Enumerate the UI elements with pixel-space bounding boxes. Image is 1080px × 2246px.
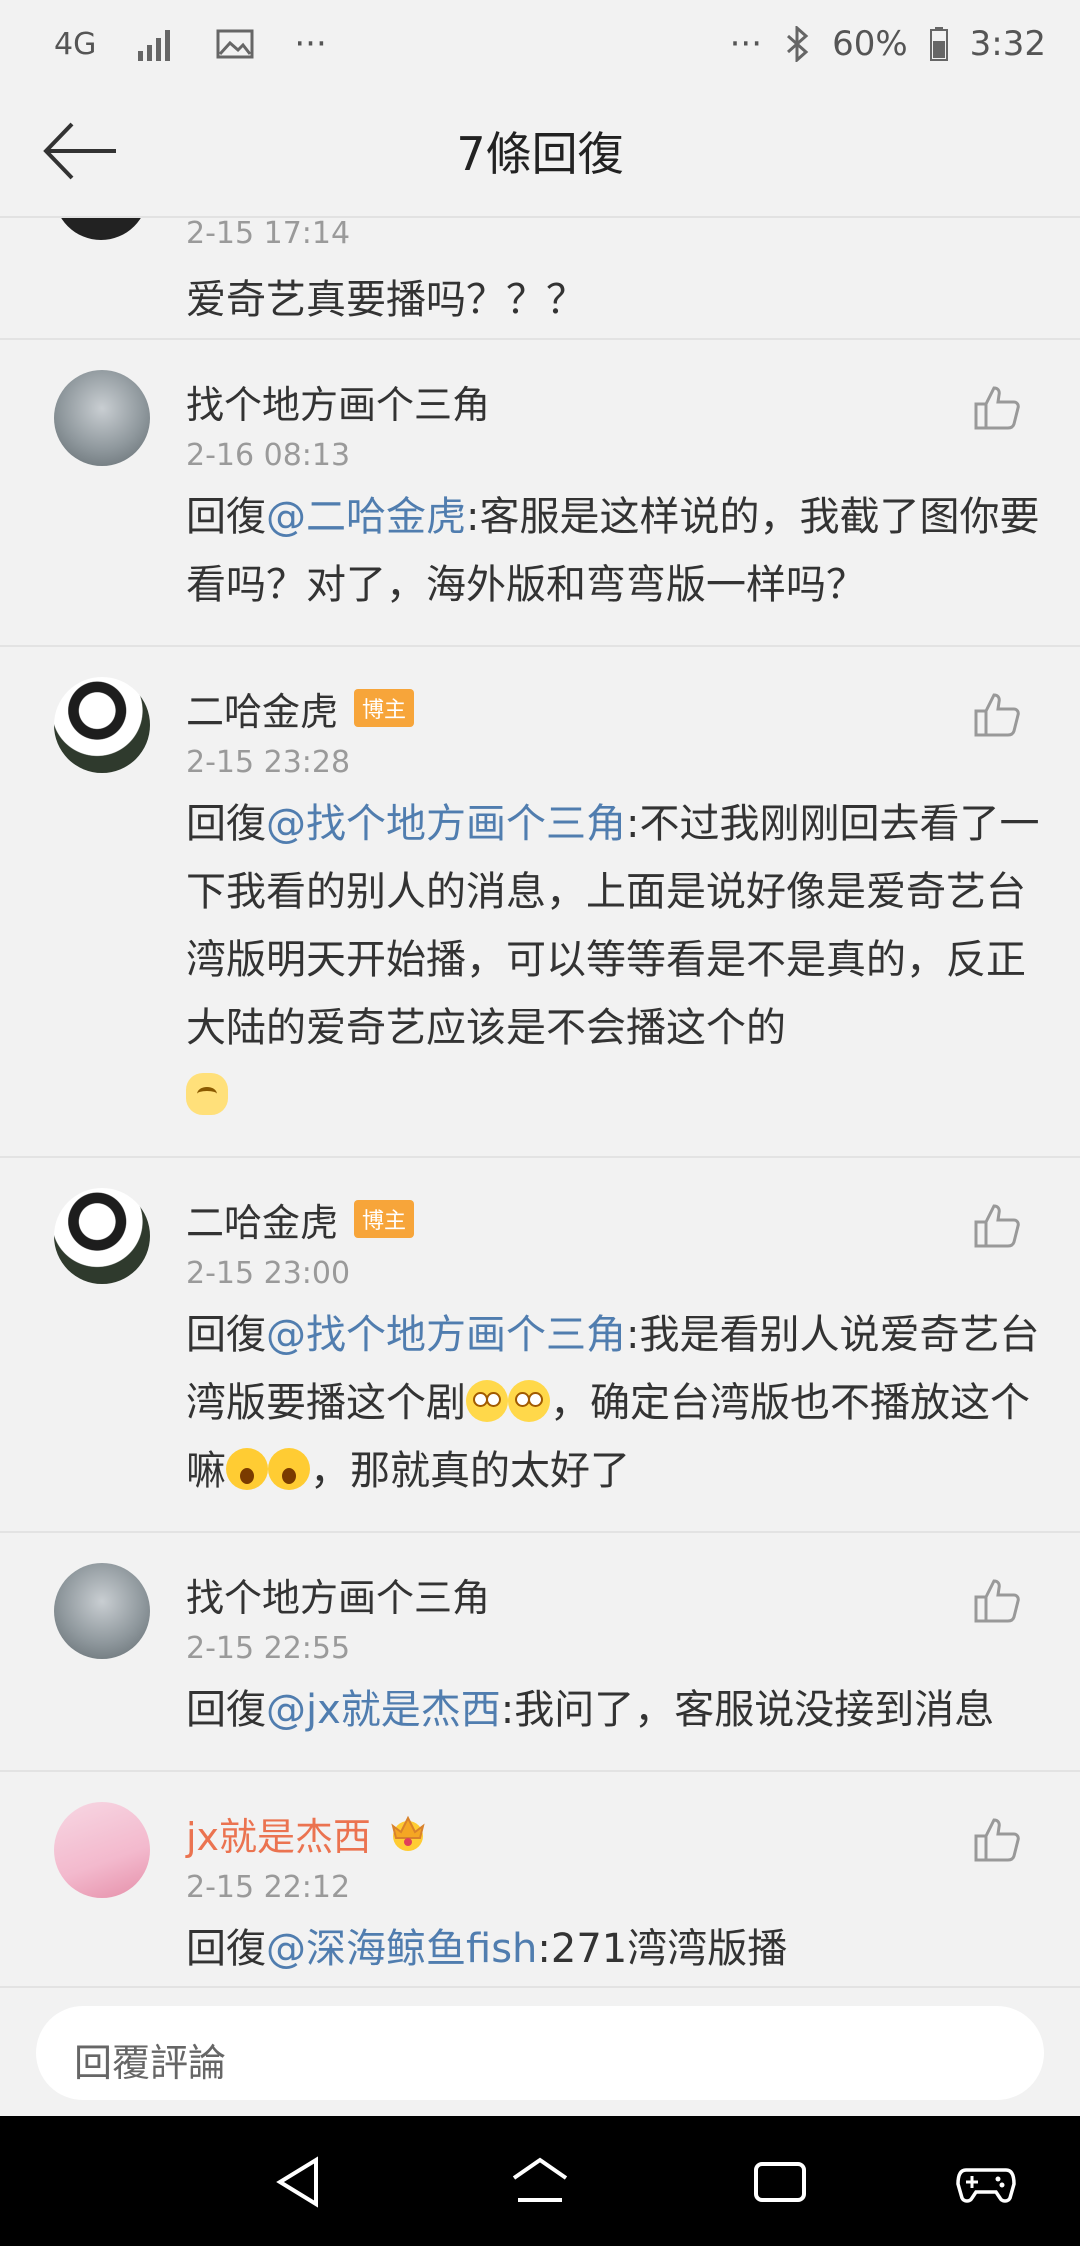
more-indicator-right: ···	[729, 24, 763, 64]
avatar[interactable]	[54, 1802, 150, 1898]
user-name[interactable]: 找个地方画个三角	[186, 1567, 490, 1622]
comment-text: 回復@jx就是杰西:我问了，客服说没接到消息	[186, 1676, 1040, 1744]
comment-time: 2-15 22:55	[186, 1631, 351, 1666]
clock: 3:32	[969, 24, 1046, 64]
image-icon	[216, 29, 254, 59]
comment-text: 爱奇艺真要播吗？？？	[186, 277, 586, 323]
mention-link[interactable]: @二哈金虎	[266, 494, 466, 540]
comment-time: 2-15 17:14	[186, 218, 351, 251]
mention-link[interactable]: @找个地方画个三角	[266, 801, 626, 847]
more-indicator-left: ···	[294, 24, 327, 64]
mention-link[interactable]: @深海鲸鱼fish	[266, 1926, 537, 1972]
avatar[interactable]	[54, 677, 150, 773]
comment-time: 2-15 23:00	[186, 1256, 351, 1291]
mention-link[interactable]: @找个地方画个三角	[266, 1312, 626, 1358]
scared-emoji-icon	[226, 1448, 268, 1490]
reply-prefix: 回復	[186, 801, 266, 847]
reply-list[interactable]: 2-15 17:14 爱奇艺真要播吗？？？ 找个地方画个三角 2-16 08:1…	[0, 218, 1080, 1986]
comment-text: 回復@找个地方画个三角:我是看别人说爱奇艺台湾版要播这个剧 ，确定台湾版也不播放这…	[186, 1301, 1040, 1505]
blogger-badge: 博主	[354, 689, 415, 727]
reply-bar: 回覆評論	[0, 1986, 1080, 2116]
bluetooth-icon	[787, 26, 809, 62]
doge-emoji-icon	[186, 1073, 228, 1115]
signal-icon	[138, 30, 171, 61]
reply-input[interactable]: 回覆評論	[36, 2006, 1044, 2100]
comment-text: 回復@找个地方画个三角:不过我刚刚回去看了一下我看的别人的消息，上面是说好像是爱…	[186, 790, 1040, 1130]
reply-body-c: ，那就真的太好了	[310, 1448, 630, 1494]
list-item-partial: 2-15 17:14 爱奇艺真要播吗？？？	[0, 218, 1080, 340]
reply-body: :271湾湾版播	[537, 1926, 788, 1972]
list-item[interactable]: 找个地方画个三角 2-15 22:55 回復@jx就是杰西:我问了，客服说没接到…	[0, 1533, 1080, 1772]
reply-prefix: 回復	[186, 494, 266, 540]
user-name[interactable]: 找个地方画个三角	[186, 374, 490, 429]
comment-text: 回復@深海鲸鱼fish:271湾湾版播	[186, 1915, 1040, 1983]
status-bar: 4G ··· ··· 60% 3:32	[0, 0, 1080, 90]
user-name[interactable]: 二哈金虎	[186, 681, 338, 736]
battery-icon	[929, 27, 948, 61]
reply-prefix: 回復	[186, 1687, 266, 1733]
comment-text: 回復@二哈金虎:客服是这样说的，我截了图你要看吗？对了，海外版和弯弯版一样吗？	[186, 483, 1040, 619]
system-nav-bar	[0, 2116, 1080, 2246]
battery-percent: 60%	[832, 24, 908, 64]
header: 7條回復	[0, 90, 1080, 218]
list-item[interactable]: 二哈金虎 博主 2-15 23:28 回復@找个地方画个三角:不过我刚刚回去看了…	[0, 647, 1080, 1158]
thumbs-up-icon[interactable]	[972, 382, 1022, 432]
user-name[interactable]: jx就是杰西	[186, 1806, 371, 1861]
comment-time: 2-15 23:28	[186, 745, 351, 780]
thumbs-up-icon[interactable]	[972, 689, 1022, 739]
nav-back-icon[interactable]	[270, 2154, 330, 2210]
network-type: 4G	[54, 26, 97, 62]
list-item[interactable]: jx就是杰西 2-15 22:12 回復@深海鲸鱼fish:271湾湾版播	[0, 1772, 1080, 1986]
avatar[interactable]	[54, 218, 148, 240]
vip-crown-icon	[391, 1815, 425, 1851]
blush-emoji-icon	[466, 1380, 508, 1422]
avatar[interactable]	[54, 1563, 150, 1659]
avatar[interactable]	[54, 1188, 150, 1284]
comment-time: 2-15 22:12	[186, 1870, 351, 1905]
nav-home-icon[interactable]	[510, 2154, 570, 2210]
avatar[interactable]	[54, 370, 150, 466]
scared-emoji-icon	[268, 1448, 310, 1490]
list-item[interactable]: 二哈金虎 博主 2-15 23:00 回復@找个地方画个三角:我是看别人说爱奇艺…	[0, 1158, 1080, 1533]
reply-body: :我问了，客服说没接到消息	[500, 1687, 995, 1733]
blush-emoji-icon	[508, 1380, 550, 1422]
comment-time: 2-16 08:13	[186, 438, 351, 473]
reply-prefix: 回復	[186, 1312, 266, 1358]
reply-prefix: 回復	[186, 1926, 266, 1972]
list-item[interactable]: 找个地方画个三角 2-16 08:13 回復@二哈金虎:客服是这样说的，我截了图…	[0, 340, 1080, 647]
user-name[interactable]: 二哈金虎	[186, 1192, 338, 1247]
thumbs-up-icon[interactable]	[972, 1575, 1022, 1625]
game-controller-icon[interactable]	[956, 2154, 1016, 2210]
thumbs-up-icon[interactable]	[972, 1814, 1022, 1864]
page-title: 7條回復	[456, 127, 624, 181]
blogger-badge: 博主	[354, 1200, 415, 1238]
nav-recents-icon[interactable]	[750, 2154, 810, 2210]
thumbs-up-icon[interactable]	[972, 1200, 1022, 1250]
mention-link[interactable]: @jx就是杰西	[266, 1687, 501, 1733]
